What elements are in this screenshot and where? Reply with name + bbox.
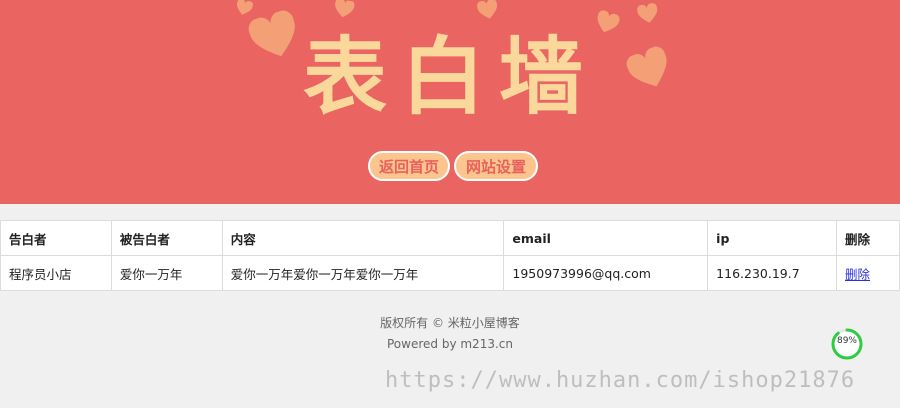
heart-icon [246,8,304,66]
watermark-text: https://www.huzhan.com/ishop21876 [385,368,856,393]
column-header-recipient: 被告白者 [110,220,223,256]
table-row: 程序员小店 爱你一万年 爱你一万年爱你一万年爱你一万年 1950973996@q… [0,255,900,291]
cell-ip: 116.230.19.7 [707,255,838,291]
cell-email: 1950973996@qq.com [503,255,709,291]
column-header-content: 内容 [221,220,505,256]
cell-sender: 程序员小店 [0,255,112,291]
home-button[interactable]: 返回首页 [368,151,450,181]
heart-icon [234,0,254,18]
delete-link[interactable]: 删除 [845,267,870,282]
column-header-delete: 删除 [836,220,900,256]
progress-ring: 89% [830,327,864,361]
cell-delete: 删除 [836,255,900,291]
header-banner: 表白墙 返回首页 网站设置 [0,0,900,204]
heart-icon [332,0,357,20]
cell-recipient: 爱你一万年 [110,255,223,291]
column-header-ip: ip [707,220,838,256]
footer-copyright: 版权所有 © 米粒小屋博客 [380,316,520,330]
progress-label: 89% [836,336,857,346]
cell-content: 爱你一万年爱你一万年爱你一万年 [221,255,505,291]
heart-icon [624,44,676,96]
confession-table: 告白者 被告白者 内容 email ip 删除 程序员小店 爱你一万年 爱你一万… [0,220,900,291]
heart-icon [476,0,500,22]
column-header-email: email [503,220,709,256]
footer-powered-by: Powered by m213.cn [387,337,513,351]
heart-icon [636,2,659,25]
column-header-sender: 告白者 [0,220,112,256]
table-header-row: 告白者 被告白者 内容 email ip 删除 [0,220,900,256]
site-settings-button[interactable]: 网站设置 [454,151,538,181]
page-title: 表白墙 [302,28,597,126]
